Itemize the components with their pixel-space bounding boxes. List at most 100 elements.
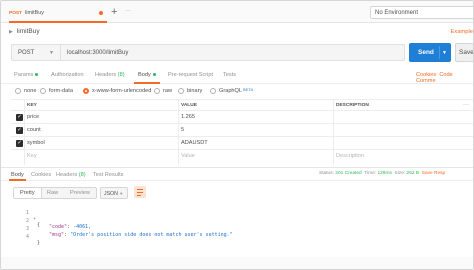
row-key[interactable]: count <box>27 127 41 133</box>
radio-form-data-label: form-data <box>49 88 73 94</box>
params-indicator-icon <box>35 73 39 77</box>
row-value[interactable]: 1.265 <box>181 114 195 120</box>
save-button[interactable]: Save <box>455 43 473 62</box>
col-key-header: KEY <box>27 103 37 108</box>
tab-headers[interactable]: Headers (8) <box>95 72 125 78</box>
radio-none[interactable]: none <box>15 88 36 94</box>
response-tab-test-results[interactable]: Test Results <box>93 172 123 178</box>
new-description-input[interactable]: Description <box>336 153 364 159</box>
line-number: 4 <box>25 234 29 240</box>
code-link[interactable]: Code <box>439 72 452 78</box>
new-tab-button[interactable]: + <box>111 6 117 18</box>
send-button[interactable]: Send ▼ <box>409 43 451 62</box>
request-tabs: Params Authorization Headers (8) Body Pr… <box>1 67 473 84</box>
radio-graphql-label: GraphQL <box>219 88 243 94</box>
tab-name: limitBuy <box>25 10 44 16</box>
radio-circle-icon <box>40 88 46 94</box>
tab-prerequest-script[interactable]: Pre-request Script <box>168 72 213 78</box>
send-options-chevron-icon[interactable]: ▼ <box>442 50 447 56</box>
view-raw-button[interactable]: Raw <box>47 190 58 196</box>
row-value[interactable]: 5 <box>181 127 184 133</box>
send-divider <box>439 46 440 59</box>
col-value-header: VALUE <box>181 103 197 108</box>
radio-circle-icon <box>178 88 184 94</box>
radio-graphql[interactable]: GraphQL BETA <box>210 86 254 94</box>
row-checkbox-checked-icon[interactable]: ✓ <box>16 114 23 121</box>
tab-body[interactable]: Body <box>138 72 156 78</box>
column-divider <box>178 99 179 165</box>
radio-form-data[interactable]: form-data <box>40 88 73 94</box>
response-headers-count: (8) <box>78 172 86 178</box>
code-text: { <box>37 222 41 228</box>
tab-headers-count: (8) <box>117 72 125 78</box>
code-text: "msg": "Order's position side does not m… <box>49 232 233 238</box>
radio-none-label: none <box>24 88 37 94</box>
method-value: POST <box>18 50 35 56</box>
response-tab-cookies[interactable]: Cookies <box>31 172 51 178</box>
radio-binary-label: binary <box>187 88 203 94</box>
radio-raw[interactable]: raw <box>154 88 172 94</box>
row-checkbox-checked-icon[interactable]: ✓ <box>16 140 23 147</box>
wrap-lines-button[interactable] <box>134 186 146 198</box>
request-title[interactable]: ▶ limitBuy <box>9 28 40 35</box>
status-value: 201 Created <box>335 171 362 176</box>
status-label: Status: <box>319 171 334 176</box>
new-value-input[interactable]: Value <box>181 153 195 159</box>
window-bottom-edge <box>1 257 473 269</box>
json-value: "Order's position side does not match us… <box>70 232 233 238</box>
unsaved-dot-icon <box>99 11 103 15</box>
chevron-down-icon: ▼ <box>49 50 54 56</box>
request-tab[interactable]: POST limitBuy <box>9 8 44 18</box>
row-value[interactable]: ADAUSDT <box>181 140 208 146</box>
postman-window: POST limitBuy + ··· No Environment ▶ lim… <box>0 0 474 270</box>
comments-link[interactable]: Comme <box>416 78 436 84</box>
tab-tests[interactable]: Tests <box>223 72 236 78</box>
radio-x-www-form-urlencoded[interactable]: x-www-form-urlencoded <box>83 88 151 94</box>
beta-badge: BETA <box>243 86 254 92</box>
response-headers-label: Headers <box>56 172 78 178</box>
new-key-input[interactable]: Key <box>27 153 37 159</box>
method-select[interactable]: POST ▼ <box>11 44 61 61</box>
more-tabs-button[interactable]: ··· <box>125 8 131 14</box>
column-divider <box>333 99 334 165</box>
tab-headers-label: Headers <box>95 72 117 78</box>
response-tab-body[interactable]: Body <box>11 172 24 178</box>
save-response-button[interactable]: Save Resp <box>422 171 445 176</box>
format-value: JSON <box>104 191 118 197</box>
tab-params-label: Params <box>14 72 34 78</box>
format-select[interactable]: JSON ▼ <box>100 187 128 199</box>
view-preview-button[interactable]: Preview <box>70 190 90 196</box>
request-name: limitBuy <box>16 28 40 35</box>
time-label: Time: <box>364 171 377 176</box>
url-input[interactable]: localhost:3000/limitBuy <box>61 44 405 61</box>
tab-authorization[interactable]: Authorization <box>51 72 84 78</box>
send-label: Send <box>418 49 434 56</box>
json-key: "code" <box>49 224 68 230</box>
row-key[interactable]: price <box>27 114 39 120</box>
radio-selected-icon <box>83 88 89 94</box>
environment-select[interactable]: No Environment <box>370 6 473 19</box>
fold-arrow-icon[interactable]: ▾ <box>33 216 36 222</box>
tab-params[interactable]: Params <box>14 72 39 78</box>
row-key[interactable]: symbol <box>27 140 45 146</box>
examples-link[interactable]: Example <box>450 29 473 35</box>
response-tab-headers[interactable]: Headers (8) <box>56 172 86 178</box>
column-divider <box>24 99 25 165</box>
wrap-icon <box>137 192 143 193</box>
collapse-caret-icon: ▶ <box>9 28 13 35</box>
size-label: Size: <box>394 171 406 176</box>
radio-urlencoded-label: x-www-form-urlencoded <box>92 88 152 94</box>
body-indicator-icon <box>152 73 156 77</box>
code-text: "code": -4061, <box>49 224 92 230</box>
new-row: Key Value Description <box>11 150 473 163</box>
code-line: 1 ▾ { <box>13 204 40 228</box>
view-pretty-button[interactable]: Pretty <box>20 190 35 196</box>
row-checkbox-checked-icon[interactable]: ✓ <box>16 127 23 134</box>
radio-binary[interactable]: binary <box>178 88 202 94</box>
radio-circle-icon <box>210 88 216 94</box>
radio-circle-icon <box>15 88 21 94</box>
active-tab-indicator <box>9 21 107 23</box>
table-more-button[interactable]: ··· <box>463 102 469 108</box>
request-links: Cookies Code Comme <box>416 72 473 84</box>
json-key: "msg" <box>49 232 65 238</box>
